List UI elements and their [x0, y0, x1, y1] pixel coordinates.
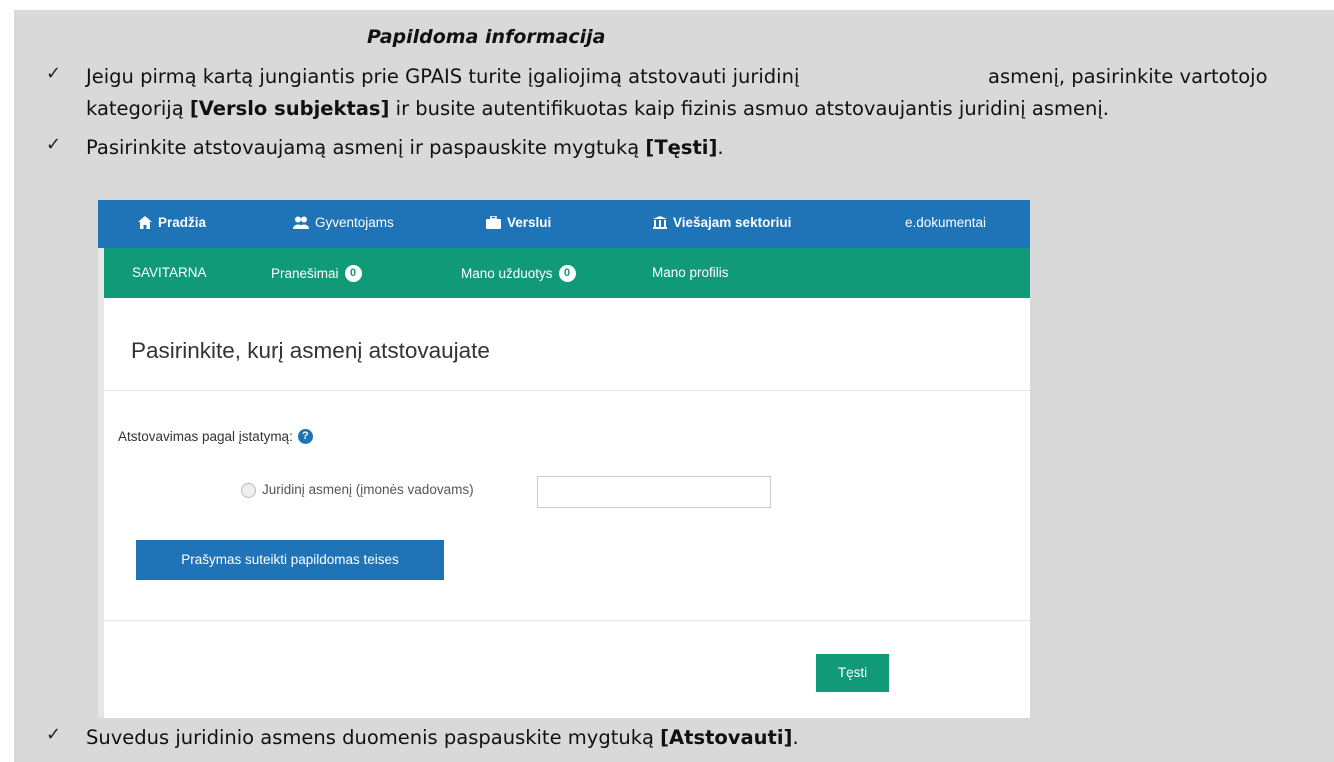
checkmark-icon: ✓ — [46, 724, 62, 745]
self-service-navigation-bar: SAVITARNA Pranešimai 0 Mano užduotys 0 M… — [104, 248, 1030, 298]
nav-public-sector[interactable]: Viešajam sektoriui — [653, 215, 791, 230]
bullet-1-line-1-end: asmenį, pasirinkite vartotojo — [988, 65, 1268, 88]
legal-entity-radio-label: Juridinį asmenį (įmonės vadovams) — [262, 482, 474, 497]
messages-count-badge: 0 — [344, 265, 362, 282]
bullet-3: Suvedus juridinio asmens duomenis paspau… — [86, 726, 799, 749]
checkmark-icon: ✓ — [46, 63, 62, 84]
users-icon — [293, 216, 309, 229]
embedded-screenshot: Pradžia Gyventojams Verslui Viešajam sek… — [98, 200, 1030, 718]
briefcase-icon — [486, 216, 501, 229]
nav-self-service[interactable]: SAVITARNA — [132, 265, 207, 280]
legal-entity-radio[interactable] — [241, 483, 256, 498]
bullet-1-line-2: kategoriją [Verslo subjektas] ir busite … — [86, 97, 1109, 120]
request-additional-rights-button[interactable]: Prašymas suteikti papildomas teises — [136, 540, 444, 580]
page-title: Pasirinkite, kurį asmenį atstovaujate — [131, 338, 490, 363]
nav-messages[interactable]: Pranešimai 0 — [271, 265, 362, 282]
section-heading: Papildoma informacija — [367, 26, 606, 48]
checkmark-icon: ✓ — [46, 134, 62, 155]
nav-my-tasks[interactable]: Mano užduotys 0 — [461, 265, 576, 282]
home-icon — [138, 216, 152, 229]
help-icon[interactable]: ? — [297, 429, 313, 444]
top-navigation-bar: Pradžia Gyventojams Verslui Viešajam sek… — [98, 200, 1030, 248]
continue-button[interactable]: Tęsti — [816, 654, 889, 692]
left-rail — [98, 248, 104, 718]
bullet-1-line-1: Jeigu pirmą kartą jungiantis prie GPAIS … — [86, 65, 800, 88]
bullet-2: Pasirinkite atstovaujamą asmenį ir paspa… — [86, 136, 724, 159]
institution-icon — [653, 216, 667, 229]
nav-residents[interactable]: Gyventojams — [293, 215, 394, 230]
nav-business[interactable]: Verslui — [486, 215, 551, 230]
nav-edocuments[interactable]: e.dokumentai — [905, 215, 986, 230]
tasks-count-badge: 0 — [558, 265, 576, 282]
legal-entity-code-input[interactable] — [537, 476, 771, 508]
nav-home[interactable]: Pradžia — [138, 215, 206, 230]
divider — [104, 390, 1030, 391]
legal-representation-label: Atstovavimas pagal įstatymą: ? — [118, 429, 313, 444]
divider — [104, 620, 1030, 621]
nav-my-profile[interactable]: Mano profilis — [652, 265, 729, 280]
